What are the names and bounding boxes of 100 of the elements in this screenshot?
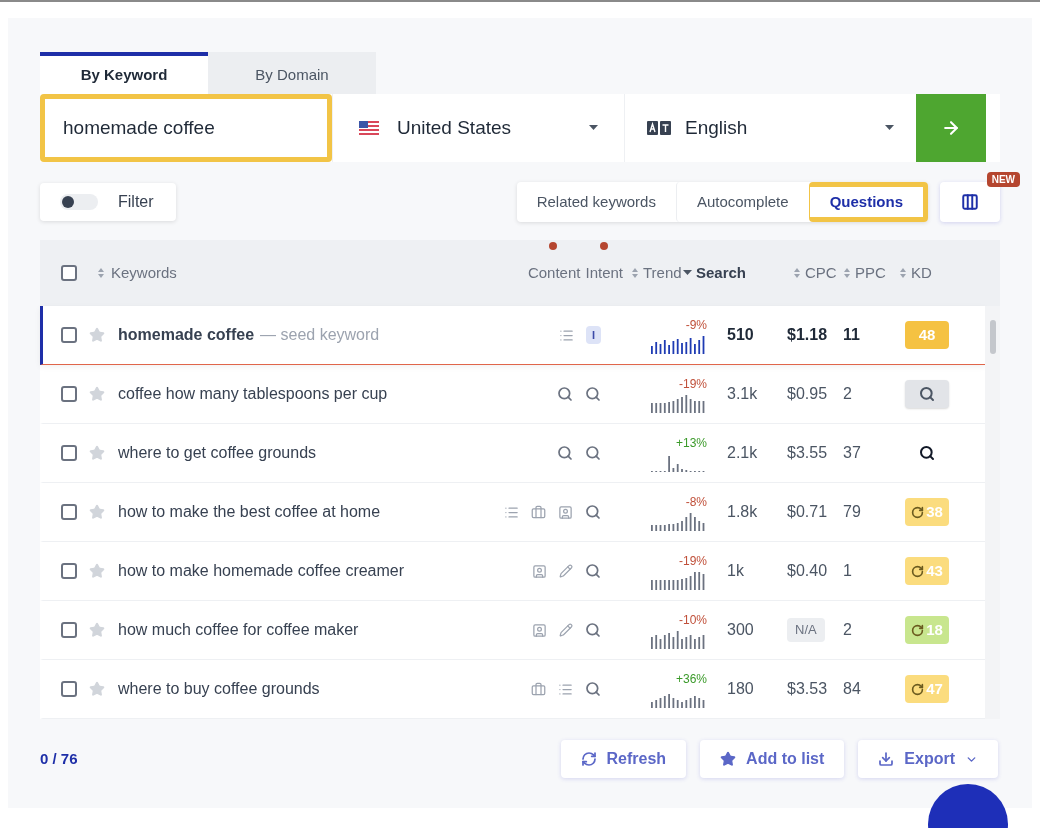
row-checkbox[interactable] [61, 563, 77, 579]
trend-percent: -10% [679, 612, 707, 629]
row-checkbox[interactable] [61, 327, 77, 343]
row-checkbox[interactable] [61, 445, 77, 461]
column-header[interactable]: Content [527, 261, 581, 285]
list-icon [558, 681, 573, 697]
column-header[interactable]: Intent [585, 261, 623, 285]
trend-percent: -19% [679, 553, 707, 570]
column-header[interactable]: PPC [855, 261, 886, 285]
briefcase-icon [531, 681, 546, 697]
filter-toggle[interactable]: Filter [40, 183, 176, 221]
sort-icon[interactable] [97, 267, 105, 279]
keyword-text[interactable]: how to make homemade coffee creamer [118, 559, 405, 583]
search-icon [585, 445, 601, 461]
select-all-checkbox[interactable] [61, 265, 77, 281]
row-checkbox[interactable] [61, 622, 77, 638]
trend-sparkline [651, 511, 707, 531]
columns-button[interactable] [940, 182, 1000, 222]
trend-percent: +13% [675, 435, 707, 452]
star-icon[interactable] [89, 445, 105, 461]
search-icon [585, 504, 601, 520]
search-mode-tab[interactable]: By Domain [208, 52, 376, 94]
column-header[interactable]: CPC [805, 261, 837, 285]
keyword-text[interactable]: where to buy coffee grounds [118, 677, 320, 701]
footer-button[interactable]: Add to list [700, 740, 845, 778]
column-header[interactable]: Search [696, 261, 747, 285]
star-icon [720, 751, 737, 767]
kd-search-button[interactable] [905, 380, 949, 408]
search-icon [585, 563, 601, 579]
trend-sparkline [651, 334, 707, 354]
keyword-text[interactable]: coffee how many tablespoons per cup [118, 382, 388, 406]
row-checkbox[interactable] [61, 504, 77, 520]
star-icon[interactable] [89, 504, 105, 520]
star-icon[interactable] [89, 386, 105, 402]
ppc-value: 2 [843, 384, 853, 404]
search-icon [585, 681, 601, 697]
search-icon [919, 445, 935, 461]
keyword-text[interactable]: how much coffee for coffee maker [118, 618, 359, 642]
briefcase-icon [531, 504, 546, 520]
keyword-row[interactable]: homemade coffee — seed keyword I -9% 510 $1.18 11 48 [40, 306, 985, 365]
portrait-icon [558, 504, 573, 520]
new-badge: NEW [986, 172, 1020, 187]
list-icon [504, 504, 519, 520]
translate-icon [647, 121, 671, 135]
kd-badge: 47 [905, 675, 949, 703]
search-volume: 1k [726, 561, 745, 581]
refresh-icon [911, 682, 925, 696]
keyword-row[interactable]: coffee how many tablespoons per cup -19% 3.1k $0.95 2 [40, 365, 985, 424]
keyword-row[interactable]: where to buy coffee grounds +36% 180 $3.53 84 47 [40, 660, 985, 719]
search-mode-tab[interactable]: By Keyword [40, 52, 208, 94]
cpc-value: $0.40 [787, 561, 828, 581]
trend-sparkline [651, 393, 707, 413]
seed-keyword-note: — seed keyword [260, 325, 380, 345]
refresh-icon [911, 505, 925, 519]
column-header[interactable]: Keywords [111, 261, 177, 285]
scrollbar[interactable] [985, 306, 1000, 719]
pencil-icon [559, 564, 573, 578]
row-checkbox[interactable] [61, 386, 77, 402]
footer-button[interactable]: Export [858, 740, 998, 778]
keyword-text[interactable]: where to get coffee grounds [118, 441, 317, 465]
ppc-value: 37 [843, 443, 862, 463]
star-icon[interactable] [89, 622, 105, 638]
trend-percent: -9% [685, 317, 707, 334]
ppc-value: 11 [843, 325, 861, 345]
keyword-text[interactable]: how to make the best coffee at home [118, 500, 381, 524]
sort-icon[interactable] [899, 267, 907, 279]
keyword-source-tab[interactable]: Questions [808, 182, 928, 222]
sort-icon[interactable] [843, 267, 851, 279]
trend-sparkline [651, 629, 707, 649]
kd-badge: 38 [905, 498, 949, 526]
column-header[interactable]: KD [911, 261, 932, 285]
refresh-icon [911, 623, 925, 637]
star-icon[interactable] [89, 327, 105, 343]
star-icon[interactable] [89, 563, 105, 579]
keyword-row[interactable]: how much coffee for coffee maker -10% 300 N/A 2 18 [40, 601, 985, 660]
dropdown-caret-icon [589, 125, 598, 131]
keyword-source-tab[interactable]: Autocomplete [675, 182, 809, 222]
keyword-source-tab[interactable]: Related keywords [516, 182, 676, 222]
search-icon [919, 386, 935, 402]
intent-badge: I [585, 325, 601, 345]
search-volume: 300 [726, 620, 755, 640]
keyword-text[interactable]: homemade coffee [118, 323, 255, 347]
sort-icon[interactable] [793, 267, 801, 279]
column-header[interactable]: Trend [643, 261, 682, 285]
keyword-field[interactable]: homemade coffee [40, 94, 332, 162]
keyword-row[interactable]: where to get coffee grounds +13% 2.1k $3.55 37 [40, 424, 985, 483]
keyword-row[interactable]: how to make homemade coffee creamer -19% 1k $0.40 1 43 [40, 542, 985, 601]
sort-icon[interactable] [631, 267, 639, 279]
country-select[interactable]: United States [332, 94, 624, 162]
trend-percent: +36% [675, 671, 707, 688]
footer-button[interactable]: Refresh [560, 740, 687, 778]
row-checkbox[interactable] [61, 681, 77, 697]
ppc-value: 2 [843, 620, 853, 640]
portrait-icon [532, 563, 547, 579]
keyword-row[interactable]: how to make the best coffee at home -8% 1.8k $0.71 79 38 [40, 483, 985, 542]
dropdown-caret-icon [885, 125, 894, 131]
flag-icon [359, 121, 379, 135]
kd-badge: 18 [905, 616, 949, 644]
star-icon[interactable] [89, 681, 105, 697]
sort-descending-icon[interactable] [683, 270, 692, 276]
